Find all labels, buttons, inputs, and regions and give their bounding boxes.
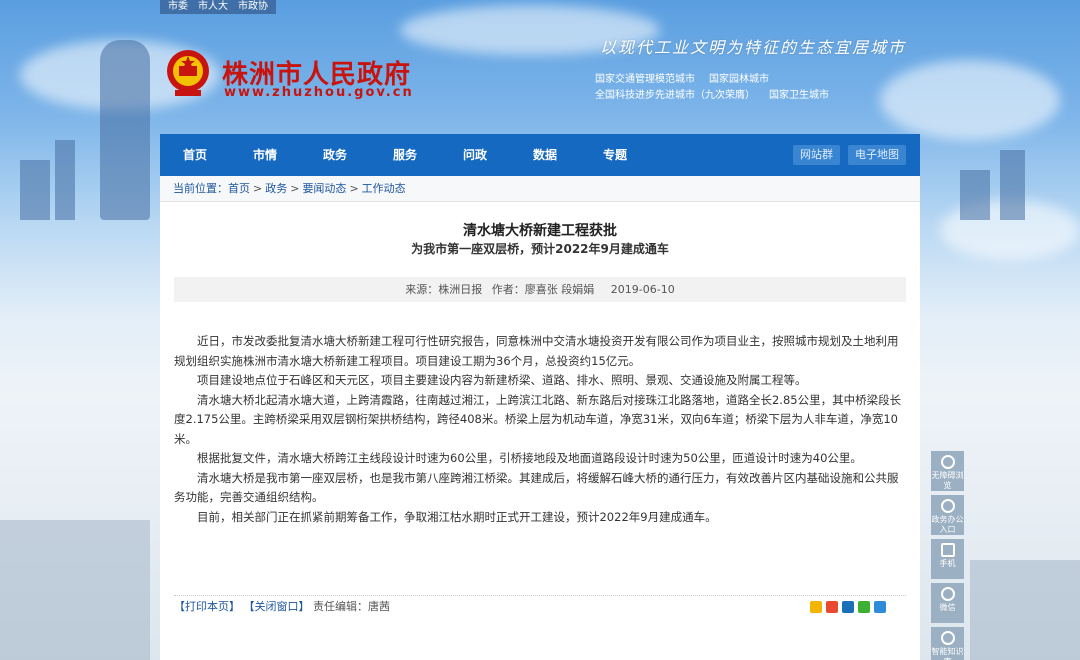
- breadcrumb-item[interactable]: 工作动态: [362, 182, 406, 195]
- wechat-icon: [940, 587, 955, 601]
- breadcrumb-item[interactable]: 首页: [228, 182, 250, 195]
- article-paragraph: 根据批复文件，清水塘大桥跨江主线段设计时速为60公里，引桥接地段及地面道路段设计…: [197, 451, 862, 465]
- eye-icon: [940, 455, 955, 469]
- close-window-link[interactable]: 【关闭窗口】: [244, 600, 310, 613]
- statue-silhouette: [100, 40, 150, 220]
- article-paragraph: 近日，市发改委批复清水塘大桥新建工程可行性研究报告，同意株洲中交清水塘投资开发有…: [174, 334, 899, 368]
- share-renren-icon[interactable]: [842, 601, 854, 613]
- article-paragraph: 项目建设地点位于石峰区和天元区，项目主要建设内容为新建桥梁、道路、排水、照明、景…: [197, 373, 807, 387]
- mobile-button[interactable]: 手机: [931, 539, 964, 579]
- article-footer: 【打印本页】 【关闭窗口】 责任编辑：唐茜: [174, 595, 906, 617]
- honor-item: 国家卫生城市: [769, 90, 829, 101]
- breadcrumb-item[interactable]: 要闻动态: [302, 182, 346, 195]
- side-label: 手机: [939, 559, 956, 568]
- breadcrumb-label: 当前位置：: [173, 182, 228, 195]
- nav-inquiry[interactable]: 问政: [440, 134, 510, 176]
- article-paragraph: 清水塘大桥北起清水塘大道，上跨清霞路，往南越过湘江，上跨滨江北路、新东路后对接珠…: [174, 392, 902, 446]
- share-more-icon[interactable]: [874, 601, 886, 613]
- honor-item: 全国科技进步先进城市（九次荣膺）: [595, 90, 755, 101]
- article-paragraph: 目前，相关部门正在抓紧前期筹备工作，争取湘江枯水期时正式开工建设，预计2022年…: [197, 509, 717, 524]
- help-icon: [940, 631, 955, 645]
- honor-item: 国家园林城市: [709, 74, 769, 85]
- article-meta: 来源：株洲日报 作者：廖喜张 段娟娟 2019-06-10: [174, 277, 906, 302]
- side-label: 微信: [939, 603, 956, 612]
- city-building: [55, 140, 75, 220]
- article-source: 来源：株洲日报: [405, 283, 483, 296]
- nav-topics[interactable]: 专题: [580, 134, 650, 176]
- article-date: 2019-06-10: [610, 283, 675, 296]
- editor-credit: 责任编辑：唐茜: [313, 600, 390, 613]
- article-subtitle: 为我市第一座双层桥，预计2022年9月建成通车: [411, 242, 669, 256]
- gov-office-button[interactable]: 政务办公入口: [931, 495, 964, 535]
- site-group-button[interactable]: 网站群: [793, 145, 840, 165]
- city-building: [1000, 150, 1025, 220]
- top-link[interactable]: 市政协: [238, 0, 268, 14]
- side-label: 政务办公入口: [931, 515, 964, 534]
- nav-government[interactable]: 政务: [300, 134, 370, 176]
- breadcrumb-item[interactable]: 政务: [265, 182, 287, 195]
- article-body: 近日，市发改委批复清水塘大桥新建工程可行性研究报告，同意株洲中交清水塘投资开发有…: [174, 332, 906, 527]
- article-container: 当前位置：首页 > 政务 > 要闻动态 > 工作动态 清水塘大桥新建工程获批 为我市第一座双…: [160, 176, 920, 660]
- article-author: 作者：廖喜张 段娟娟: [491, 283, 595, 296]
- city-building: [20, 160, 50, 220]
- share-weibo-icon[interactable]: [826, 601, 838, 613]
- nav-services[interactable]: 服务: [370, 134, 440, 176]
- e-map-button[interactable]: 电子地图: [848, 145, 906, 165]
- wechat-button[interactable]: 微信: [931, 583, 964, 623]
- honor-item: 国家交通管理模范城市: [595, 74, 695, 85]
- site-slogan: 以现代工业文明为特征的生态宜居城市: [600, 38, 907, 57]
- national-emblem-icon: [167, 50, 209, 96]
- nav-home[interactable]: 首页: [160, 134, 230, 176]
- main-nav: 首页 市情 政务 服务 问政 数据 专题 网站群 电子地图: [160, 134, 920, 176]
- top-links-bar: 市委 市人大 市政协: [160, 0, 276, 14]
- phone-icon: [940, 543, 955, 557]
- background-cloud: [880, 60, 1060, 140]
- nav-data[interactable]: 数据: [510, 134, 580, 176]
- share-wechat-icon[interactable]: [858, 601, 870, 613]
- side-label: 智能知识库: [931, 647, 964, 660]
- city-skyline: [0, 520, 150, 660]
- share-icons: [810, 601, 886, 613]
- knowledge-base-button[interactable]: 智能知识库: [931, 627, 964, 660]
- share-qzone-icon[interactable]: [810, 601, 822, 613]
- city-skyline: [970, 560, 1080, 660]
- city-honors: 国家交通管理模范城市 国家园林城市 全国科技进步先进城市（九次荣膺） 国家卫生城市: [595, 72, 895, 104]
- breadcrumb: 当前位置：首页 > 政务 > 要闻动态 > 工作动态: [160, 176, 920, 202]
- print-link[interactable]: 【打印本页】: [174, 600, 240, 613]
- site-url: www.zhuzhou.gov.cn: [224, 85, 414, 100]
- chat-icon: [940, 499, 955, 513]
- side-float-toolbar: 无障碍浏览 政务办公入口 手机 微信 智能知识库: [931, 451, 964, 660]
- nav-city-info[interactable]: 市情: [230, 134, 300, 176]
- side-label: 无障碍浏览: [931, 471, 964, 490]
- top-link[interactable]: 市委: [168, 0, 188, 14]
- article-title: 清水塘大桥新建工程获批: [463, 223, 617, 239]
- top-link[interactable]: 市人大: [198, 0, 228, 14]
- city-building: [960, 170, 990, 220]
- accessibility-button[interactable]: 无障碍浏览: [931, 451, 964, 491]
- article-paragraph: 清水塘大桥是我市第一座双层桥，也是我市第八座跨湘江桥梁。其建成后，将缓解石峰大桥…: [174, 470, 899, 505]
